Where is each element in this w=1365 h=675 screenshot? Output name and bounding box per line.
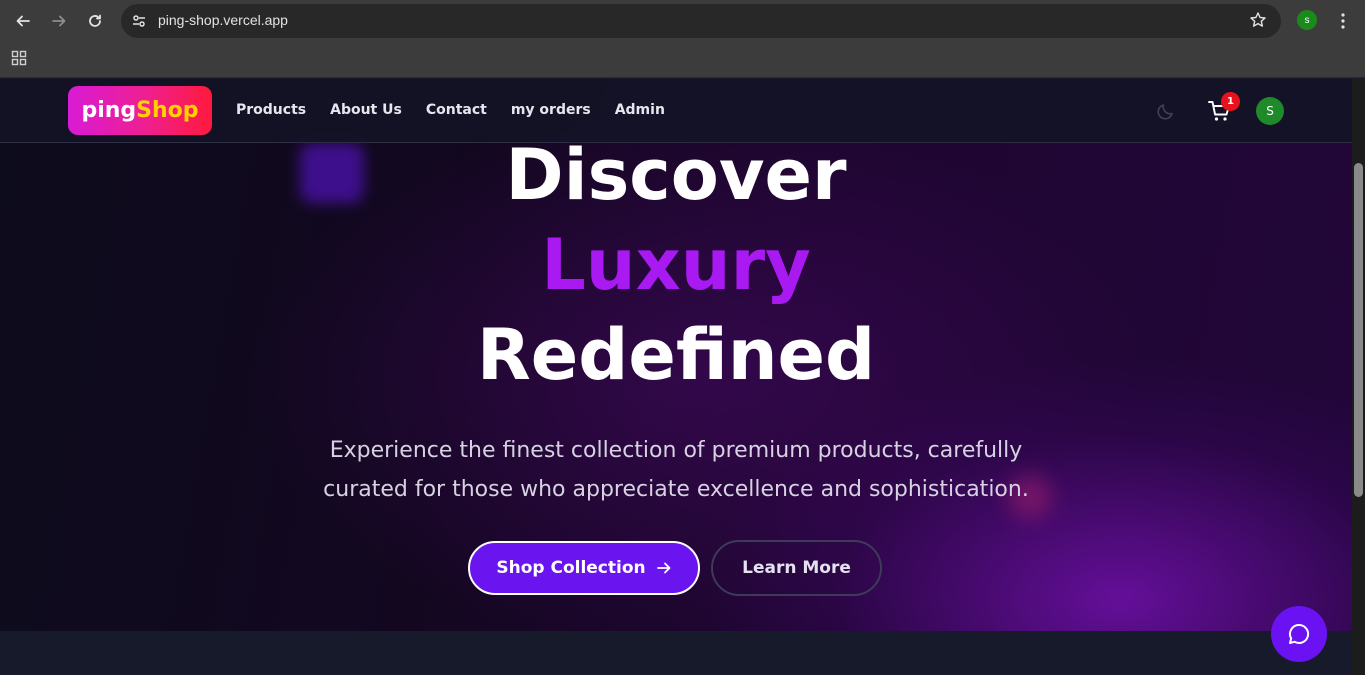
nav-link-products[interactable]: Products	[236, 102, 306, 118]
shop-collection-button[interactable]: Shop Collection	[468, 541, 700, 595]
scrollbar-thumb[interactable]	[1354, 163, 1363, 497]
hero-section: Discover Luxury Redefined Experience the…	[0, 79, 1352, 631]
page-scrollbar[interactable]	[1352, 79, 1365, 675]
hero-subtitle-line-1: Experience the finest collection of prem…	[329, 438, 1023, 463]
hero-title-line-2: Luxury	[541, 224, 811, 306]
reload-icon[interactable]	[83, 9, 107, 33]
moon-icon[interactable]	[1156, 101, 1176, 121]
arrow-right-icon	[656, 562, 671, 574]
browser-toolbar: ping-shop.vercel.app s	[0, 0, 1365, 42]
hero-title-line-3: Redefined	[476, 314, 876, 396]
forward-arrow-icon[interactable]	[47, 9, 71, 33]
browser-profile-avatar[interactable]: s	[1297, 10, 1317, 30]
user-avatar[interactable]: S	[1256, 97, 1284, 125]
nav-links: Products About Us Contact my orders Admi…	[236, 102, 689, 118]
shop-collection-label: Shop Collection	[496, 558, 646, 578]
hero-subtitle-line-2: curated for those who appreciate excelle…	[323, 477, 1029, 502]
pingshop-logo[interactable]: ping Shop	[68, 86, 212, 135]
url-text[interactable]: ping-shop.vercel.app	[158, 12, 288, 28]
back-arrow-icon[interactable]	[11, 9, 35, 33]
nav-link-my-orders[interactable]: my orders	[511, 102, 591, 118]
site-navbar: ping Shop Products About Us Contact my or…	[0, 79, 1352, 143]
site-info-icon[interactable]	[129, 11, 149, 31]
star-icon[interactable]	[1249, 11, 1267, 33]
nav-link-contact[interactable]: Contact	[426, 102, 487, 118]
logo-text-ping: ping	[81, 98, 137, 123]
chat-bubble-icon	[1289, 623, 1310, 644]
nav-link-about-us[interactable]: About Us	[330, 102, 402, 118]
address-bar[interactable]: ping-shop.vercel.app	[121, 4, 1281, 38]
hero-title-line-1: Discover	[505, 134, 847, 216]
page-viewport: Discover Luxury Redefined Experience the…	[0, 79, 1352, 675]
chat-button[interactable]	[1271, 606, 1327, 662]
apps-grid-icon[interactable]	[11, 50, 29, 68]
cart-count-badge: 1	[1221, 92, 1240, 111]
nav-link-admin[interactable]: Admin	[615, 102, 665, 118]
bookmarks-bar	[0, 42, 1365, 78]
learn-more-label: Learn More	[742, 558, 851, 578]
learn-more-button[interactable]: Learn More	[711, 540, 882, 596]
kebab-menu-icon[interactable]	[1333, 9, 1353, 33]
logo-text-shop: Shop	[136, 98, 199, 123]
